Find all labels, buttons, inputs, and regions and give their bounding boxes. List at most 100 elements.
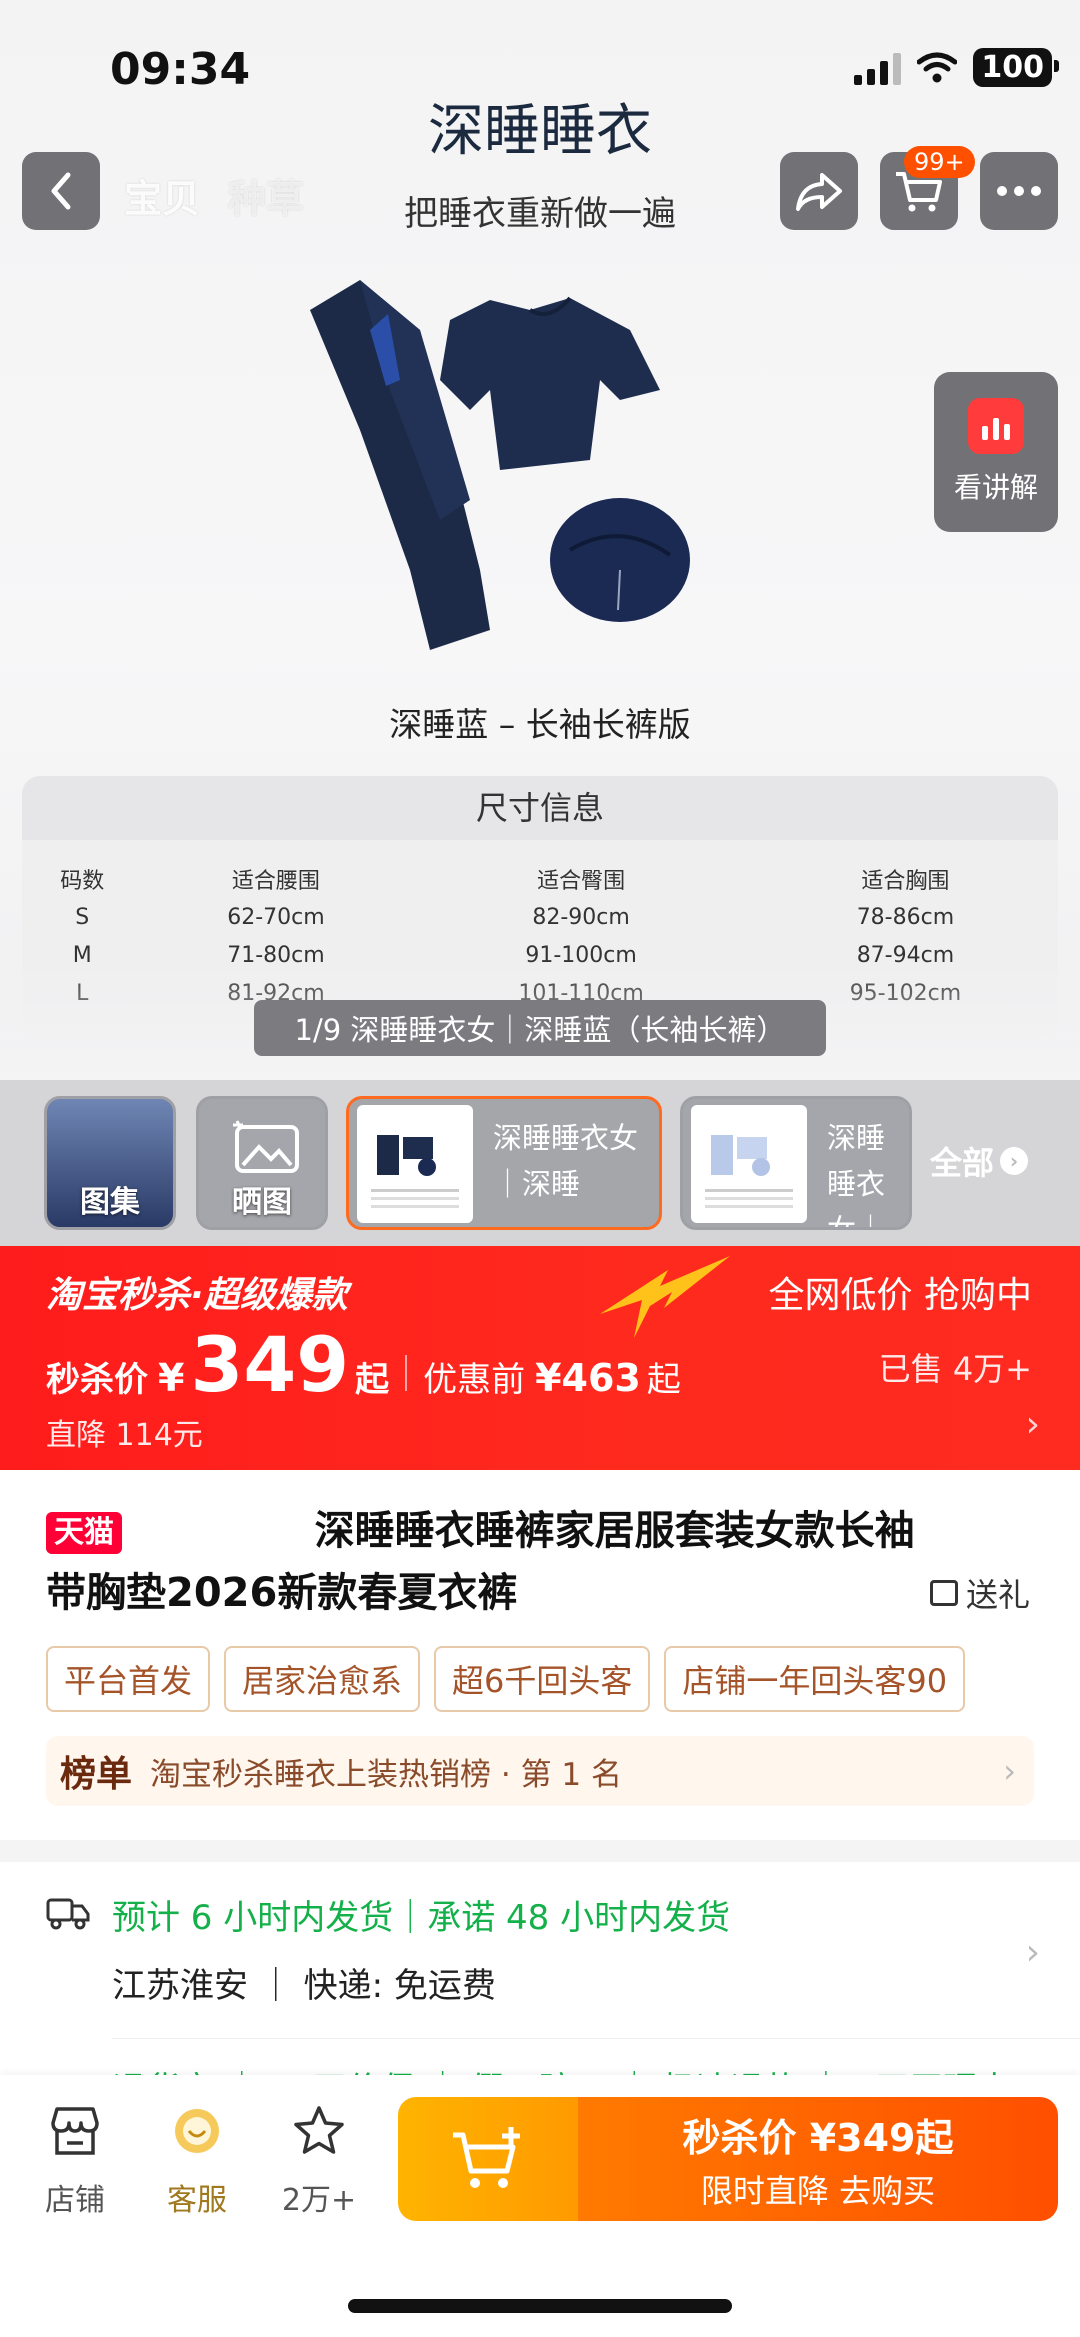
ranking-badge: 榜单: [60, 1754, 133, 1795]
shop-button[interactable]: 店铺: [20, 2105, 130, 2219]
thumb-variant-blue[interactable]: 深睡睡衣女｜深睡: [346, 1096, 662, 1230]
product-tag: 超6千回头客: [434, 1646, 651, 1712]
view-all-label: 全部: [930, 1144, 995, 1182]
flash-sale-banner[interactable]: 淘宝秒杀·超级爆款 全网低价 抢购中 秒杀价 ¥ 349 起 优惠前 ¥463 …: [0, 1246, 1080, 1470]
price-drop: 直降 114元: [46, 1418, 203, 1453]
thumb-doc-image: [357, 1105, 473, 1223]
service-icon: [175, 2109, 219, 2153]
size-cell: 62-70cm: [227, 904, 325, 930]
thumb-reviews-photos[interactable]: 晒图: [196, 1096, 328, 1230]
buy-now-button[interactable]: 秒杀价 ¥349起 限时直降 去购买: [578, 2097, 1058, 2221]
watch-explainer-label: 看讲解: [953, 471, 1038, 504]
thumb-label: 深睡睡衣女｜深睡: [493, 1121, 639, 1201]
variant-caption: 深睡蓝 – 长袖长裤版: [389, 705, 691, 744]
product-title-line2: 带胸垫2026新款春夏衣裤: [46, 1570, 518, 1616]
size-cell: 82-90cm: [532, 904, 630, 930]
divider: [112, 2038, 1080, 2039]
sold-count: 已售 4万+: [878, 1350, 1032, 1388]
original-price-label: 优惠前: [423, 1360, 526, 1400]
gift-icon: [929, 1580, 958, 1606]
size-col-header: 适合腰围: [231, 869, 320, 894]
thumb-label: 深睡睡衣女｜浮: [827, 1121, 886, 1230]
chevron-left-icon: [51, 172, 71, 210]
buy-cta-label: 限时直降 去购买: [700, 2171, 936, 2210]
gift-button[interactable]: 送礼: [929, 1570, 1030, 1616]
price-suffix: 起: [355, 1360, 390, 1400]
tab-zhongcao[interactable]: 种草: [228, 168, 304, 223]
customer-service-button[interactable]: 客服: [142, 2105, 252, 2219]
chevron-right-icon: ›: [1025, 1404, 1040, 1445]
mini-product-icon: [705, 1135, 793, 1208]
watch-explainer-button[interactable]: 看讲解: [934, 372, 1058, 532]
buy-price-label: 秒杀价 ¥349起: [682, 2115, 954, 2160]
image-icon: [233, 1120, 299, 1173]
more-icon: [997, 186, 1041, 196]
product-image: [310, 280, 690, 650]
size-table-header: 码数 适合腰围 适合臀围 适合胸围: [22, 860, 1058, 898]
thumb-label: 晒图: [232, 1185, 292, 1220]
size-info-header: 尺寸信息: [22, 776, 1058, 840]
cart-count-badge: 99+: [904, 146, 975, 178]
size-cell: 78-86cm: [856, 904, 955, 930]
product-title: 天猫 ██████深睡睡衣睡裤家居服套装女款长袖 带胸垫2026新款春夏衣裤: [46, 1508, 915, 1616]
flash-price-row: 秒杀价 ¥ 349 起 优惠前 ¥463 起: [46, 1320, 681, 1409]
size-col-header: 码数: [60, 869, 105, 894]
tmall-badge: 天猫: [46, 1512, 122, 1554]
size-col-header: 适合胸围: [861, 869, 950, 894]
shipping-origin: 江苏淮安 ｜ 快递: 免运费: [112, 1966, 496, 2006]
thumb-gallery[interactable]: 图集: [44, 1096, 176, 1230]
shop-label: 店铺: [45, 2183, 105, 2218]
flash-price: 349: [190, 1320, 350, 1409]
favorite-count: 2万+: [281, 2183, 357, 2218]
favorite-button[interactable]: 2万+: [264, 2105, 374, 2219]
ranking-bar[interactable]: 榜单 淘宝秒杀睡衣上装热销榜 · 第 1 名 ›: [46, 1736, 1034, 1806]
flash-price-label: 秒杀价: [46, 1360, 148, 1400]
home-indicator: [348, 2299, 732, 2313]
flash-sale-brand: 淘宝秒杀·超级爆款: [46, 1275, 348, 1316]
add-to-cart-button[interactable]: [398, 2097, 578, 2221]
chart-bars-icon: [968, 398, 1024, 454]
wifi-icon: [917, 52, 958, 82]
service-label: 客服: [167, 2183, 227, 2218]
signal-icon: [854, 51, 902, 85]
status-icons: 100: [854, 48, 1059, 87]
back-button[interactable]: [22, 152, 100, 230]
gift-label: 送礼: [965, 1576, 1030, 1614]
truck-icon: [46, 1898, 90, 1930]
cart-plus-icon: [453, 2127, 520, 2188]
thumb-doc-image: [691, 1105, 807, 1223]
original-price: ¥463: [535, 1356, 641, 1400]
more-button[interactable]: [980, 152, 1058, 230]
bottom-action-bar: 店铺 客服 2万+ 秒杀价 ¥349起 限时直降 去购买: [0, 2075, 1080, 2337]
image-counter: 1/9 深睡睡衣女｜深睡蓝（长袖长裤）: [254, 1000, 826, 1056]
thumb-variant-light[interactable]: 深睡睡衣女｜浮: [680, 1096, 912, 1230]
cart-button[interactable]: 99+: [880, 146, 975, 230]
table-row: S 62-70cm 82-90cm 78-86cm: [22, 898, 1058, 936]
shop-icon: [51, 2107, 99, 2155]
top-tabs: 宝贝 种草: [124, 168, 304, 223]
thumb-label: 图集: [80, 1185, 140, 1220]
product-tag: 居家治愈系: [224, 1646, 421, 1712]
flash-sale-slogan: 全网低价 抢购中: [768, 1275, 1032, 1316]
original-price-suffix: 起: [646, 1360, 681, 1400]
product-tag: 店铺一年回头客90: [664, 1646, 966, 1712]
ranking-text: 淘宝秒杀睡衣上装热销榜 · 第 1 名: [150, 1756, 623, 1793]
product-hero-gallery[interactable]: 09:34 100 深睡睡衣 把睡衣重新做一遍 宝贝 种草 99+ 看讲解 深睡…: [0, 0, 1080, 1080]
shipping-time: 预计 6 小时内发货｜承诺 48 小时内发货: [112, 1898, 731, 1938]
chevron-right-icon: ›: [1025, 1932, 1040, 1973]
product-title-line1: 深睡睡衣睡裤家居服套装女款长袖: [314, 1508, 915, 1554]
star-icon: [294, 2106, 344, 2154]
size-col-header: 适合臀围: [537, 869, 626, 894]
product-tag: 平台首发: [46, 1646, 211, 1712]
mini-product-icon: [371, 1135, 459, 1208]
view-all-button[interactable]: 全部 ›: [930, 1138, 1029, 1184]
share-button[interactable]: [780, 152, 858, 230]
currency-symbol: ¥: [158, 1356, 185, 1400]
battery-indicator: 100: [973, 48, 1059, 87]
section-gap: [0, 1840, 1080, 1862]
tab-baby[interactable]: 宝贝: [124, 168, 200, 223]
thumbnail-strip: 图集 晒图 深睡睡衣女｜深睡 深睡睡衣女｜浮 全部 ›: [0, 1080, 1080, 1246]
product-tags: 平台首发 居家治愈系 超6千回头客 店铺一年回头客90: [46, 1646, 1080, 1712]
size-cell: S: [75, 904, 90, 930]
shipping-section[interactable]: 预计 6 小时内发货｜承诺 48 小时内发货 江苏淮安 ｜ 快递: 免运费 › …: [0, 1862, 1080, 2110]
